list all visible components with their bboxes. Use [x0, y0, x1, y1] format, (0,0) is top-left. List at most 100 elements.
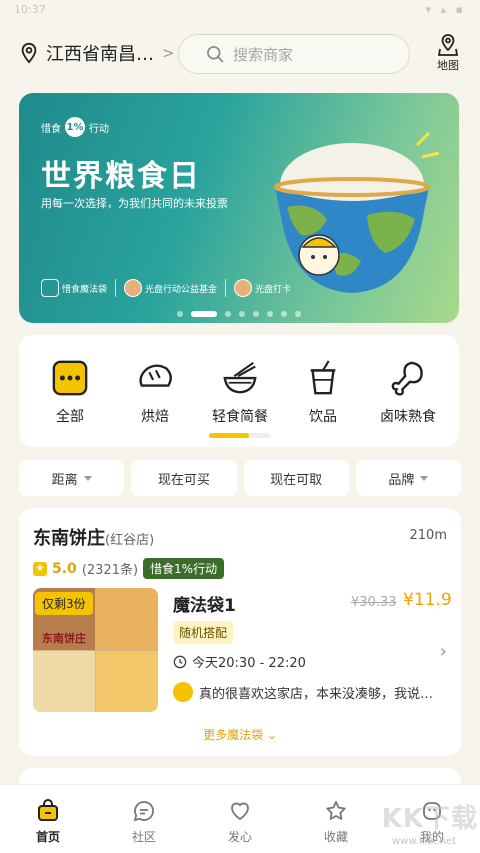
review-count: (2321条) [81, 563, 139, 578]
more-bags-link[interactable]: 更多魔法袋 ⌄ [19, 726, 461, 743]
noodle-bowl-icon [223, 361, 257, 394]
chevron-right-icon[interactable]: › [440, 641, 447, 662]
banner-tag: 惜食 1% 行动 [41, 117, 109, 137]
foundation-logo-icon [124, 279, 143, 297]
watermark: KK下载 [381, 804, 478, 834]
partner-1: 惜食魔法袋 [41, 279, 107, 297]
pagination-dot [239, 311, 245, 317]
star-icon: ★ [33, 561, 47, 576]
category-label: 烘焙 [141, 409, 169, 425]
category-label: 全部 [56, 409, 84, 425]
clock-icon [173, 655, 187, 668]
review-snippet: 真的很喜欢这家店，本来没凑够，我说… [173, 682, 448, 702]
thumb-quadrant [33, 651, 95, 712]
tab-favorites[interactable]: 收藏 [288, 785, 384, 853]
map-label: 地图 [437, 59, 459, 72]
caret-down-icon [420, 475, 429, 481]
store-name-text: 东南饼庄 [33, 528, 105, 549]
partner-2: 光盘行动公益基金 [124, 279, 217, 297]
pagination-dot [225, 311, 231, 317]
pagination-dot [267, 311, 273, 317]
pagination-dot [295, 311, 301, 317]
pickup-time: 今天20:30 - 22:20 [173, 652, 306, 671]
category-drinks[interactable]: 饮品 [288, 359, 358, 426]
location-pin-icon [21, 42, 37, 64]
avatar [173, 682, 193, 702]
filter-distance[interactable]: 距离 [19, 460, 125, 496]
search-placeholder: 搜索商家 [233, 45, 294, 64]
filter-label: 现在可取 [270, 472, 323, 488]
location-selector[interactable]: 江西省南昌… > [18, 40, 175, 66]
partner-1-label: 惜食魔法袋 [62, 284, 108, 295]
store-distance: 210m [409, 528, 447, 543]
promo-banner[interactable]: 惜食 1% 行动 世界粮食日 用每一次选择，为我们共同的未来投票 惜食魔法袋 光… [19, 93, 459, 323]
banner-tag-left: 惜食 [41, 123, 61, 135]
top-bar: 江西省南昌… > 搜索商家 地图 [0, 30, 480, 78]
map-button[interactable]: 地图 [433, 33, 463, 73]
drink-cup-icon [310, 360, 336, 395]
chat-bubble-icon [133, 801, 154, 822]
tab-community[interactable]: 社区 [96, 785, 192, 853]
rating-row: ★ 5.0 (2321条) 惜食1%行动 [33, 558, 225, 579]
category-braised[interactable]: 卤味熟食 [373, 359, 443, 426]
thumb-quadrant [96, 651, 158, 712]
pickup-time-text: 今天20:30 - 22:20 [192, 656, 306, 671]
pagination-dot [253, 311, 259, 317]
scroll-indicator-fill [209, 433, 249, 438]
category-scroll-indicator [209, 433, 271, 438]
divider [225, 279, 227, 297]
watermark-url: www.kkx.net [392, 836, 456, 847]
banner-pagination [19, 311, 459, 317]
sale-price: ¥11.9 [403, 590, 452, 610]
filter-pickup-now[interactable]: 现在可取 [243, 460, 349, 496]
star-icon [326, 801, 346, 820]
banner-title: 世界粮食日 [41, 159, 201, 194]
review-text: 真的很喜欢这家店，本来没凑够，我说… [199, 686, 434, 702]
search-icon [207, 46, 224, 63]
stock-badge: 仅剩3份 [35, 592, 93, 615]
bread-icon [139, 364, 172, 387]
store-card[interactable]: 东南饼庄(红谷店) 210m ★ 5.0 (2321条) 惜食1%行动 东南饼庄… [19, 508, 461, 756]
bag-logo-icon [41, 279, 59, 297]
action-tag: 惜食1%行动 [143, 558, 225, 579]
bag-tag: 随机搭配 [173, 621, 234, 644]
banner-partners: 惜食魔法袋 光盘行动公益基金 光盘打卡 [41, 279, 291, 297]
category-label: 轻食简餐 [212, 409, 268, 425]
category-bakery[interactable]: 烘焙 [120, 359, 190, 426]
thumb-sign: 东南饼庄 [42, 632, 86, 645]
tab-home[interactable]: 首页 [0, 785, 96, 853]
original-price: ¥30.33 [351, 595, 397, 610]
status-time: 10:37 [14, 2, 46, 16]
status-icons: ▾ ▴ ▪ [425, 2, 466, 16]
chevron-right-icon: > [162, 44, 175, 62]
store-rating: 5.0 [52, 560, 77, 577]
category-label: 卤味熟食 [380, 409, 436, 425]
all-icon [52, 360, 88, 396]
filter-label: 现在可买 [157, 472, 210, 488]
filter-brand[interactable]: 品牌 [355, 460, 461, 496]
status-bar: 10:37 ▾ ▴ ▪ [0, 0, 480, 18]
category-card: 全部 烘焙 轻食简餐 饮品 卤味熟食 [19, 335, 459, 447]
tab-label: 首页 [35, 830, 60, 844]
divider [115, 279, 117, 297]
category-label: 饮品 [309, 409, 337, 425]
store-branch: (红谷店) [105, 533, 155, 548]
rice-bowl-earth-illustration [274, 131, 440, 293]
pagination-dot [177, 311, 183, 317]
banner-tag-pct: 1% [65, 117, 85, 137]
filter-buy-now[interactable]: 现在可买 [131, 460, 237, 496]
map-icon [437, 34, 459, 56]
filter-label: 距离 [51, 472, 78, 488]
home-bag-icon [38, 799, 58, 821]
category-all[interactable]: 全部 [35, 359, 105, 426]
drumstick-icon [391, 361, 423, 396]
banner-subtitle: 用每一次选择，为我们共同的未来投票 [41, 197, 228, 210]
tab-label: 发心 [227, 830, 252, 844]
tab-label: 社区 [131, 830, 156, 844]
category-light-meal[interactable]: 轻食简餐 [205, 359, 275, 426]
search-input[interactable]: 搜索商家 [178, 34, 410, 74]
tab-heart[interactable]: 发心 [192, 785, 288, 853]
filter-label: 品牌 [388, 472, 415, 488]
tab-label: 收藏 [323, 830, 348, 844]
filter-bar: 距离 现在可买 现在可取 品牌 [19, 460, 461, 496]
